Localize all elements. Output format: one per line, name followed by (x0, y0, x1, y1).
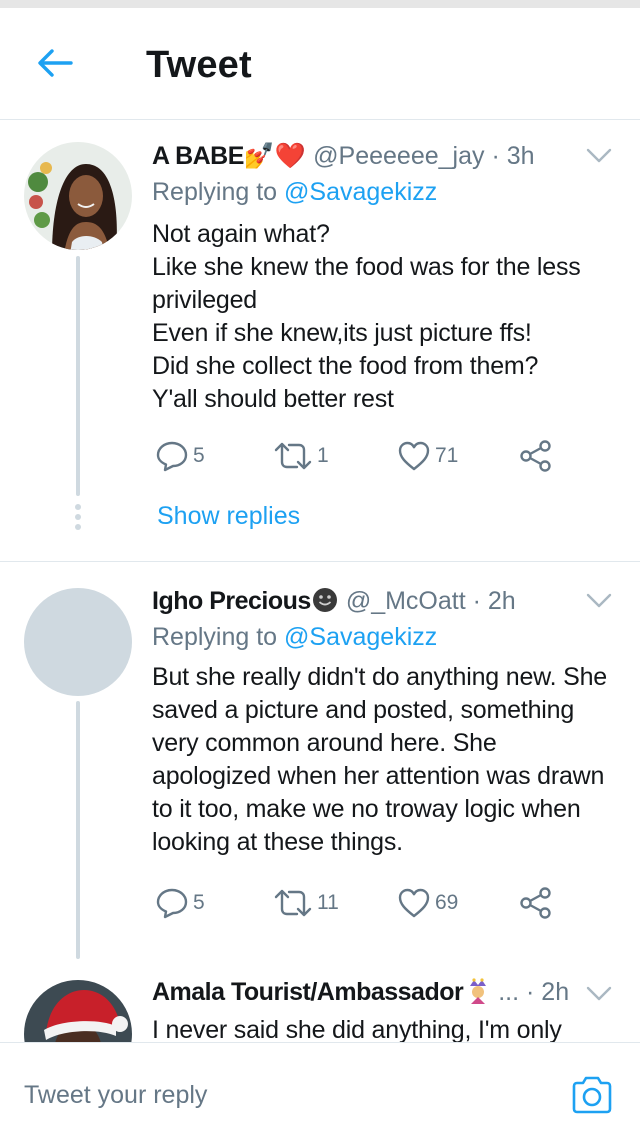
tweet-header: Igho Precious @_McOatt · 2h (152, 587, 516, 616)
retweet-count: 1 (317, 444, 329, 467)
chevron-down-icon[interactable] (586, 986, 612, 1002)
share-button[interactable] (519, 436, 553, 476)
thread-line (76, 256, 80, 496)
jester-emoji-icon (470, 978, 487, 1004)
tweet-text-line: Did she collect the food from them? (152, 352, 539, 380)
tweet-text-line: apologized when her attention was drawn (152, 762, 605, 790)
status-bar-strip (0, 0, 640, 8)
reply-input[interactable]: Tweet your reply (24, 1081, 207, 1110)
reply-tweet[interactable]: Igho Precious @_McOatt · 2h Replying to … (0, 563, 640, 959)
top-app-bar: Tweet (0, 8, 640, 120)
timestamp: · 2h (526, 978, 570, 1006)
like-button[interactable]: 71 (397, 436, 458, 476)
tweet-text-line: But she really didn't do anything new. S… (152, 663, 608, 691)
share-button[interactable] (519, 883, 553, 923)
thread-more-dots (74, 504, 82, 534)
tweet-text-line: I never said she did anything, I'm only (152, 1016, 562, 1042)
tweet-header: A BABE💅❤️ @Peeeeee_jay · 3h (152, 142, 535, 171)
heart-icon (398, 888, 430, 918)
tweet-text-line: Y'all should better rest (152, 385, 394, 413)
replying-to-label: Replying to (152, 178, 278, 206)
reply-count: 5 (193, 444, 205, 467)
tweet-text: But she really didn't do anything new. S… (152, 661, 622, 859)
avatar-placeholder[interactable] (24, 588, 132, 696)
retweet-button[interactable]: 11 (273, 883, 339, 923)
reply-icon (156, 441, 188, 472)
replying-to: Replying to @Savagekizz (152, 623, 437, 652)
tweet-text-line: Like she knew the food was for the less (152, 253, 581, 281)
chevron-down-icon[interactable] (586, 148, 612, 164)
tweet-actions: 5 11 69 (155, 883, 575, 923)
tweet-text-line: Not again what? (152, 220, 330, 248)
tweet-text: I never said she did anything, I'm only (152, 1014, 622, 1042)
thread-line (76, 701, 80, 959)
reply-button[interactable]: 5 (155, 883, 205, 923)
retweet-count: 11 (317, 891, 339, 914)
tweet-text-line: to it too, make we no troway logic when (152, 795, 581, 823)
like-count: 71 (435, 444, 459, 467)
camera-icon[interactable] (570, 1075, 614, 1115)
timestamp: · 3h (491, 142, 535, 170)
user-handle[interactable]: ... (498, 978, 519, 1006)
user-handle[interactable]: @_McOatt (346, 587, 466, 615)
reply-icon (156, 888, 188, 919)
tweet-text-line: looking at these things. (152, 828, 403, 856)
reply-button[interactable]: 5 (155, 436, 205, 476)
back-arrow-icon (38, 49, 73, 77)
like-button[interactable]: 69 (397, 883, 458, 923)
show-replies-link[interactable]: Show replies (157, 502, 300, 531)
tweet-header: Amala Tourist/Ambassador ... · 2h (152, 978, 569, 1007)
tweet-actions: 5 1 71 (155, 436, 575, 476)
tweet-text: Not again what? Like she knew the food w… (152, 218, 622, 416)
tweet-text-line: privileged (152, 286, 258, 314)
retweet-button[interactable]: 1 (273, 436, 329, 476)
like-count: 69 (435, 891, 459, 914)
retweet-icon (274, 889, 312, 917)
timestamp: · 2h (472, 587, 516, 615)
tweet-text-line: very common around here. She (152, 729, 497, 757)
retweet-icon (274, 442, 312, 470)
replying-to: Replying to @Savagekizz (152, 178, 437, 207)
tweet-text-line: Even if she knew,its just picture ffs! (152, 319, 532, 347)
mention-link[interactable]: @Savagekizz (284, 178, 437, 206)
reply-thread[interactable]: A BABE💅❤️ @Peeeeee_jay · 3h Replying to @… (0, 120, 640, 1042)
back-button[interactable] (30, 38, 80, 88)
display-name[interactable]: Igho Precious (152, 587, 311, 615)
avatar[interactable] (24, 142, 132, 250)
share-icon (520, 887, 551, 919)
share-icon (520, 440, 551, 472)
display-name[interactable]: A BABE💅❤️ (152, 142, 306, 170)
replying-to-label: Replying to (152, 623, 278, 651)
tweet-text-line: saved a picture and posted, something (152, 696, 575, 724)
reply-count: 5 (193, 891, 205, 914)
mention-link[interactable]: @Savagekizz (284, 623, 437, 651)
reply-composer[interactable]: Tweet your reply (0, 1042, 640, 1123)
smiley-emoji-icon (312, 588, 337, 612)
user-handle[interactable]: @Peeeeee_jay (313, 142, 484, 170)
reply-tweet[interactable]: A BABE💅❤️ @Peeeeee_jay · 3h Replying to @… (0, 120, 640, 562)
chevron-down-icon[interactable] (586, 593, 612, 609)
display-name[interactable]: Amala Tourist/Ambassador (152, 978, 464, 1006)
avatar[interactable] (24, 980, 132, 1042)
heart-icon (398, 441, 430, 471)
reply-tweet[interactable]: Amala Tourist/Ambassador ... · 2h I neve… (0, 958, 640, 1042)
page-title: Tweet (146, 44, 252, 86)
